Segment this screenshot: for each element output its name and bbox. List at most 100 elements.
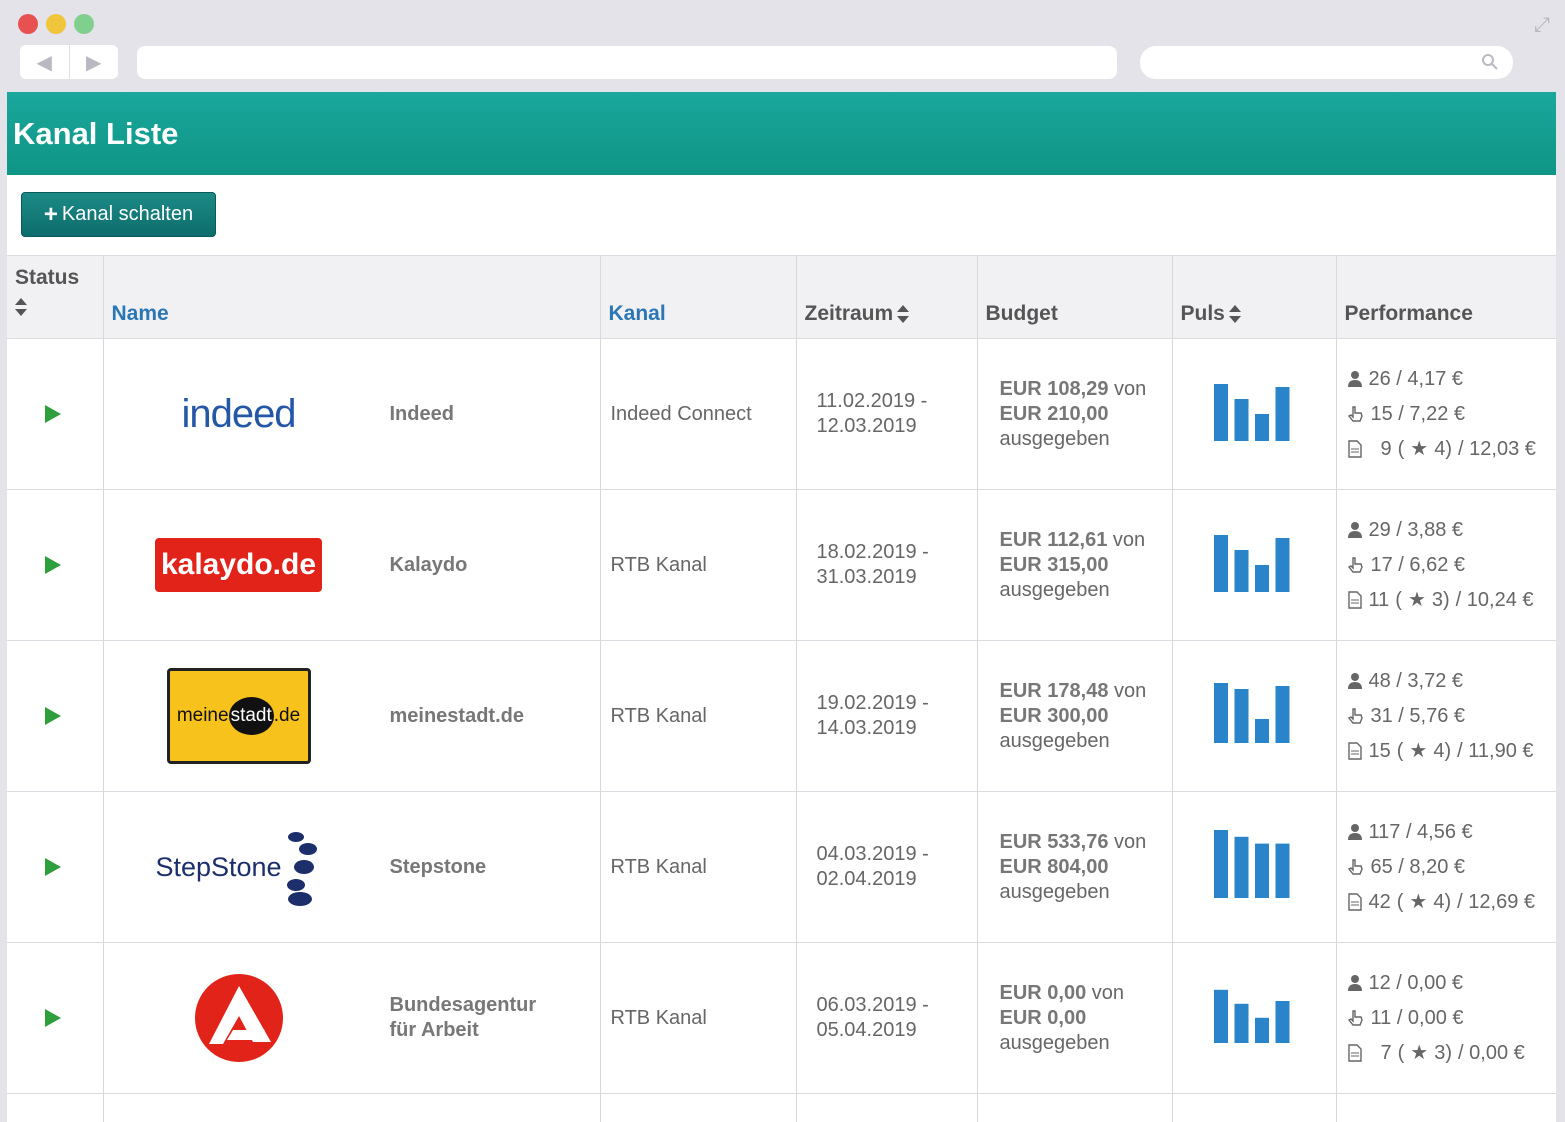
table-row[interactable]: kalaydo.de Kalaydo RTB Kanal 18.02.2019 … <box>7 489 1556 641</box>
puls-bar <box>1234 836 1249 898</box>
kanal-cell: Indeed Connect <box>600 338 797 490</box>
sort-icon[interactable] <box>1228 305 1241 324</box>
column-header-kanal[interactable]: Kanal <box>600 255 797 339</box>
click-hand-icon <box>1347 708 1363 724</box>
puls-bar <box>1214 384 1228 441</box>
meinestadt-logo: meine stadt .de <box>114 656 364 776</box>
puls-bar <box>1234 1003 1249 1043</box>
add-kanal-button[interactable]: + Kanal schalten <box>21 192 216 237</box>
kalaydo-logo: kalaydo.de <box>114 505 364 625</box>
fullscreen-icon[interactable]: ⤢ <box>1531 14 1553 36</box>
zeitraum-cell: 04.03.2019 -02.04.2019 <box>796 791 978 943</box>
column-header-status[interactable]: Status <box>7 255 104 339</box>
puls-bar-chart <box>1214 535 1290 592</box>
close-window-button[interactable] <box>18 14 38 34</box>
name-cell: Bundesagentur für Arbeit <box>103 942 601 1094</box>
table-row[interactable]: indeed Indeed Indeed Connect 11.02.2019 … <box>7 338 1556 490</box>
budget-cell: EUR 112,61 von EUR 315,00 ausgegeben <box>977 489 1173 641</box>
indeed-logo: indeed <box>181 391 296 436</box>
puls-bar <box>1214 535 1228 592</box>
minimize-window-button[interactable] <box>46 14 66 34</box>
puls-bar <box>1255 719 1269 743</box>
star-icon: ★ <box>1409 739 1428 762</box>
status-cell <box>7 640 104 792</box>
user-icon <box>1347 673 1362 689</box>
column-header-zeitraum[interactable]: Zeitraum <box>796 255 978 339</box>
puls-bar <box>1275 686 1290 743</box>
status-cell <box>7 942 104 1094</box>
search-icon <box>1482 54 1498 70</box>
sort-icon[interactable] <box>897 305 910 324</box>
puls-bar <box>1255 843 1269 898</box>
table-row <box>7 1093 1556 1122</box>
name-cell: StepStone Stepstone <box>103 791 601 943</box>
column-header-performance: Performance <box>1336 255 1556 339</box>
back-button[interactable]: ◀ <box>20 45 70 79</box>
channel-name: meinestadt.de <box>389 704 524 727</box>
puls-bar-chart <box>1214 989 1290 1043</box>
puls-cell <box>1172 791 1337 943</box>
user-icon <box>1347 522 1362 538</box>
page-content: Kanal Liste + Kanal schalten Status Name… <box>7 92 1556 1122</box>
budget-cell: EUR 0,00 von EUR 0,00 ausgegeben <box>977 942 1173 1094</box>
document-icon <box>1347 440 1362 458</box>
puls-bar <box>1234 689 1249 743</box>
puls-bar <box>1275 538 1290 592</box>
budget-cell: EUR 533,76 von EUR 804,00 ausgegeben <box>977 791 1173 943</box>
zeitraum-cell: 19.02.2019 -14.03.2019 <box>796 640 978 792</box>
document-icon <box>1347 893 1362 911</box>
puls-cell <box>1172 338 1337 490</box>
status-cell <box>7 338 104 490</box>
puls-bar <box>1214 989 1228 1043</box>
address-bar[interactable] <box>137 46 1117 79</box>
status-cell <box>7 791 104 943</box>
bundesagentur-logo <box>114 958 364 1078</box>
star-icon: ★ <box>1409 890 1428 913</box>
column-header-puls[interactable]: Puls <box>1172 255 1337 339</box>
forward-button[interactable]: ▶ <box>70 45 119 79</box>
column-header-name[interactable]: Name <box>103 255 601 339</box>
play-icon[interactable] <box>45 707 61 725</box>
stepstone-stones-icon <box>286 832 317 906</box>
puls-cell <box>1172 640 1337 792</box>
table-row[interactable]: meine stadt .de meinestadt.de RTB Kanal 19… <box>7 640 1556 792</box>
sort-icon[interactable] <box>15 298 27 316</box>
puls-bar <box>1234 399 1249 441</box>
puls-bar <box>1214 683 1228 743</box>
kanal-cell: RTB Kanal <box>600 942 797 1094</box>
table-row[interactable]: StepStone Stepstone RTB Kanal 04.03.2019… <box>7 791 1556 943</box>
kanal-cell: RTB Kanal <box>600 791 797 943</box>
maximize-window-button[interactable] <box>74 14 94 34</box>
channel-name: Stepstone <box>389 855 487 878</box>
name-cell: indeed Indeed <box>103 338 601 490</box>
play-icon[interactable] <box>45 556 61 574</box>
status-cell <box>7 489 104 641</box>
browser-search-input[interactable] <box>1140 46 1513 79</box>
table-row[interactable]: Bundesagentur für Arbeit RTB Kanal 06.03… <box>7 942 1556 1094</box>
play-icon[interactable] <box>45 405 61 423</box>
performance-cell: 117 / 4,56 € 65 / 8,20 € 42(★ 4)/ 12,69 € <box>1336 791 1556 943</box>
play-icon[interactable] <box>45 858 61 876</box>
stepstone-logo: StepStone <box>114 807 364 927</box>
name-cell: meine stadt .de meinestadt.de <box>103 640 601 792</box>
click-hand-icon <box>1347 1010 1363 1026</box>
history-nav: ◀ ▶ <box>20 45 118 79</box>
window-controls <box>18 14 94 34</box>
page-header: Kanal Liste <box>7 92 1556 175</box>
star-icon: ★ <box>1410 437 1429 460</box>
zeitraum-cell: 06.03.2019 -05.04.2019 <box>796 942 978 1094</box>
puls-bar <box>1275 1001 1290 1043</box>
channel-name: Bundesagentur für Arbeit <box>389 994 537 1041</box>
zeitraum-cell: 18.02.2019 -31.03.2019 <box>796 489 978 641</box>
play-icon[interactable] <box>45 1009 61 1027</box>
star-icon: ★ <box>1410 1041 1429 1064</box>
name-cell: kalaydo.de Kalaydo <box>103 489 601 641</box>
puls-cell <box>1172 489 1337 641</box>
puls-cell <box>1172 942 1337 1094</box>
add-kanal-label: Kanal schalten <box>61 203 194 225</box>
document-icon <box>1347 1044 1362 1062</box>
channel-name: Kalaydo <box>389 553 468 576</box>
kanal-table: Status Name Kanal Zeitraum Budget Puls P… <box>7 255 1556 1122</box>
column-header-budget: Budget <box>977 255 1173 339</box>
plus-icon: + <box>43 200 58 228</box>
